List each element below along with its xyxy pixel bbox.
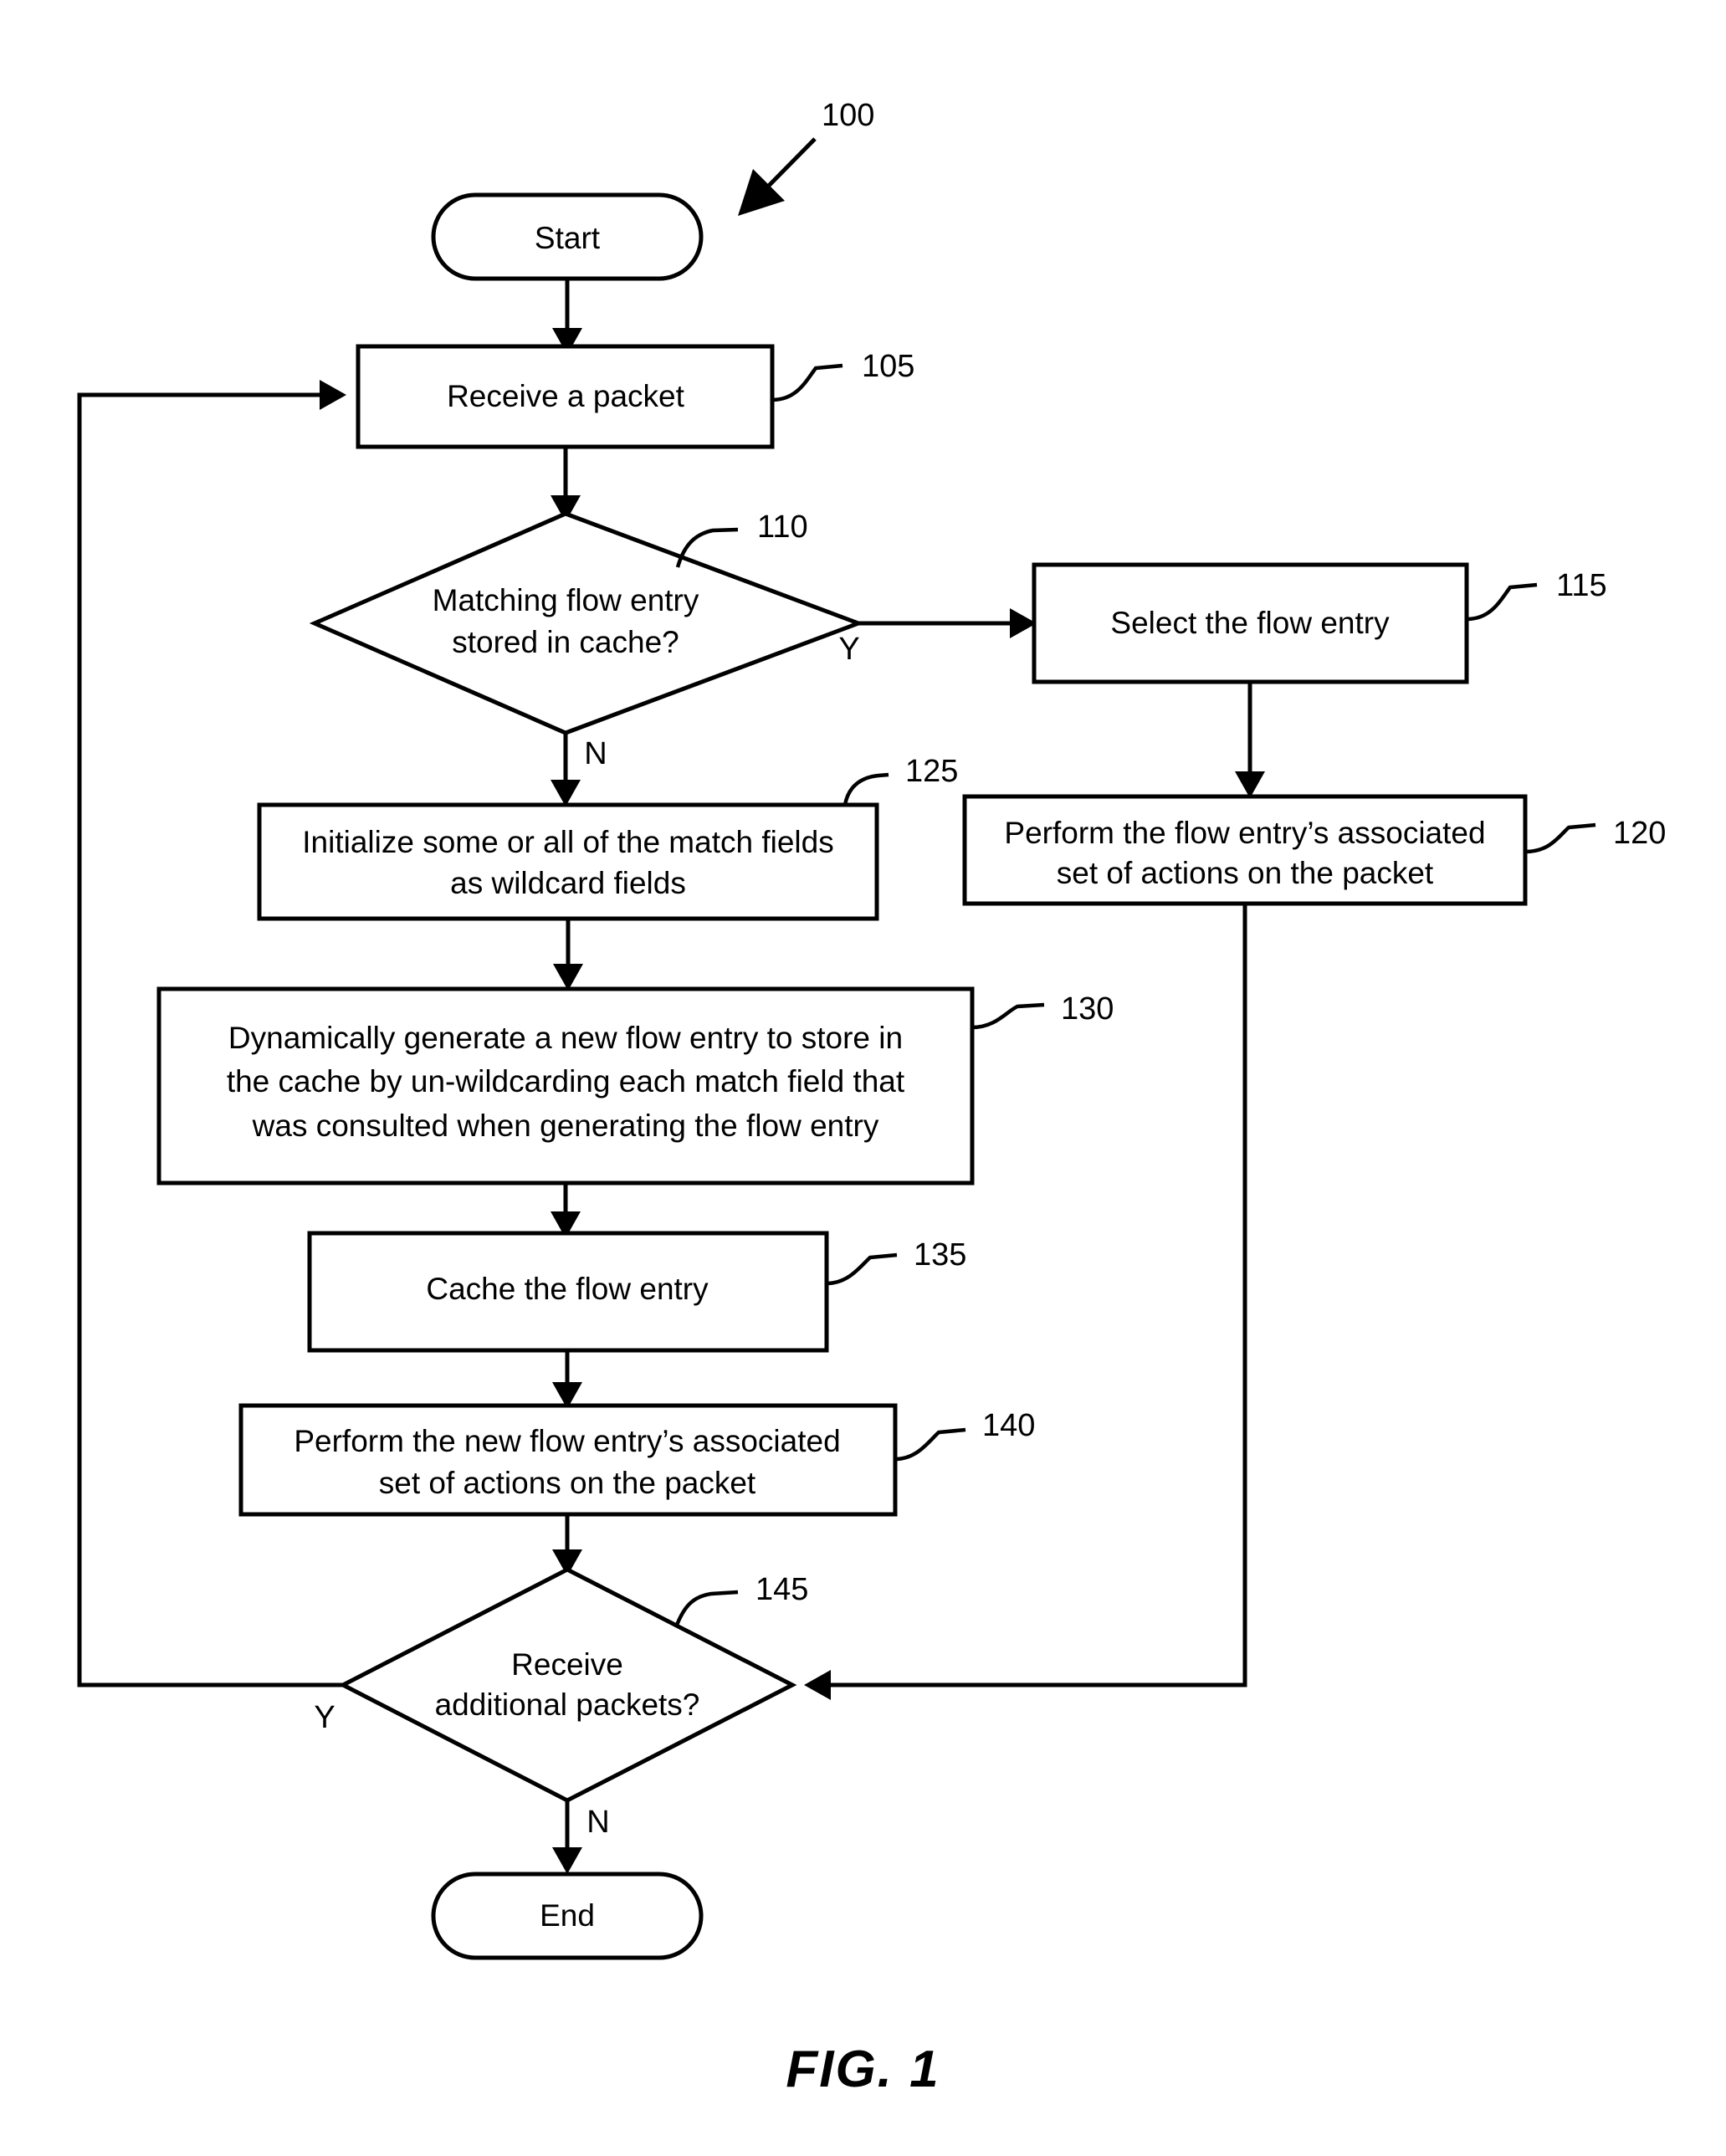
edge-130-to-135 bbox=[551, 1183, 581, 1238]
ref-label-135: 135 bbox=[914, 1237, 966, 1273]
node-130-label-line1: Dynamically generate a new flow entry to… bbox=[228, 1021, 903, 1055]
leader-110: 110 bbox=[675, 510, 808, 568]
node-145-decision-more-packets[interactable]: Receive additional packets? bbox=[338, 1567, 797, 1803]
branch-label-110-no: N bbox=[584, 736, 607, 771]
edge-135-to-140 bbox=[552, 1350, 582, 1409]
node-110-label-line1: Matching flow entry bbox=[433, 583, 699, 617]
branch-label-145-no: N bbox=[586, 1805, 609, 1840]
node-145-shape bbox=[338, 1567, 797, 1803]
edge-start-to-105 bbox=[552, 279, 582, 355]
branch-label-110-yes: Y bbox=[838, 632, 859, 667]
branch-label-145-yes: Y bbox=[314, 1700, 335, 1735]
node-125-shape bbox=[257, 802, 879, 921]
node-140-label-line1: Perform the new flow entry’s associated bbox=[294, 1424, 840, 1458]
node-130-label-line2: the cache by un-wildcarding each match f… bbox=[227, 1064, 905, 1098]
ref-label-145: 145 bbox=[755, 1572, 808, 1607]
node-120-perform-actions[interactable]: Perform the flow entry’s associated set … bbox=[962, 794, 1528, 906]
node-125-label-line2: as wildcard fields bbox=[450, 866, 686, 900]
node-115-select-flow-entry[interactable]: Select the flow entry bbox=[1032, 562, 1469, 684]
edge-140-to-145 bbox=[552, 1514, 582, 1576]
node-125-label-line1: Initialize some or all of the match fiel… bbox=[302, 825, 833, 859]
node-120-label-line2: set of actions on the packet bbox=[1057, 856, 1434, 890]
ref-label-100: 100 bbox=[822, 98, 874, 133]
leader-115: 115 bbox=[1466, 568, 1607, 622]
ref-label-115: 115 bbox=[1556, 568, 1607, 603]
node-145-label-line1: Receive bbox=[511, 1647, 623, 1682]
node-135-label: Cache the flow entry bbox=[426, 1272, 709, 1306]
edge-145-no-to-end: N bbox=[552, 1800, 610, 1874]
ref-label-140: 140 bbox=[982, 1408, 1035, 1443]
figure-caption: FIG. 1 bbox=[786, 2041, 940, 2098]
node-105-label: Receive a packet bbox=[447, 379, 685, 413]
edge-115-to-120 bbox=[1235, 682, 1265, 798]
node-end[interactable]: End bbox=[431, 1872, 704, 1960]
node-125-initialize-wildcards[interactable]: Initialize some or all of the match fiel… bbox=[257, 802, 879, 921]
leader-125: 125 bbox=[843, 754, 958, 806]
node-105-receive-packet[interactable]: Receive a packet bbox=[356, 344, 775, 449]
node-140-label-line2: set of actions on the packet bbox=[379, 1466, 756, 1500]
start-label: Start bbox=[535, 221, 601, 255]
end-label: End bbox=[540, 1898, 595, 1933]
node-130-label-line3: was consulted when generating the flow e… bbox=[252, 1109, 879, 1143]
flowchart-canvas: 100 Start Receive a packet 105 Matching … bbox=[77, 98, 1666, 1960]
edge-105-to-110 bbox=[551, 447, 581, 522]
ref-label-130: 130 bbox=[1061, 991, 1114, 1027]
edge-110-no-to-125: N bbox=[551, 733, 607, 807]
node-145-label-line2: additional packets? bbox=[435, 1687, 700, 1722]
edge-125-to-130 bbox=[553, 919, 583, 991]
ref-label-110: 110 bbox=[757, 510, 808, 545]
ref-label-125: 125 bbox=[905, 754, 958, 789]
leader-135: 135 bbox=[826, 1237, 966, 1286]
patent-figure: 100 Start Receive a packet 105 Matching … bbox=[0, 0, 1726, 2156]
node-135-cache-flow-entry[interactable]: Cache the flow entry bbox=[307, 1231, 829, 1353]
node-130-generate-flow-entry[interactable]: Dynamically generate a new flow entry to… bbox=[156, 986, 975, 1186]
leader-120: 120 bbox=[1524, 816, 1666, 854]
node-115-label: Select the flow entry bbox=[1110, 606, 1390, 640]
ref-label-105: 105 bbox=[862, 349, 914, 384]
node-110-label-line2: stored in cache? bbox=[452, 625, 679, 659]
node-110-shape bbox=[309, 511, 865, 735]
node-120-label-line1: Perform the flow entry’s associated bbox=[1004, 816, 1485, 850]
leader-130: 130 bbox=[971, 991, 1114, 1030]
leader-145: 145 bbox=[673, 1572, 808, 1628]
node-110-decision-cache-hit[interactable]: Matching flow entry stored in cache? bbox=[309, 511, 865, 735]
edge-110-yes-to-115: Y bbox=[838, 608, 1037, 667]
leader-140: 140 bbox=[894, 1408, 1035, 1462]
figure-ref-100: 100 bbox=[738, 98, 874, 216]
ref-label-120: 120 bbox=[1613, 816, 1666, 851]
node-140-perform-new-actions[interactable]: Perform the new flow entry’s associated … bbox=[238, 1403, 898, 1517]
leader-105: 105 bbox=[771, 349, 914, 402]
node-start[interactable]: Start bbox=[431, 192, 704, 281]
